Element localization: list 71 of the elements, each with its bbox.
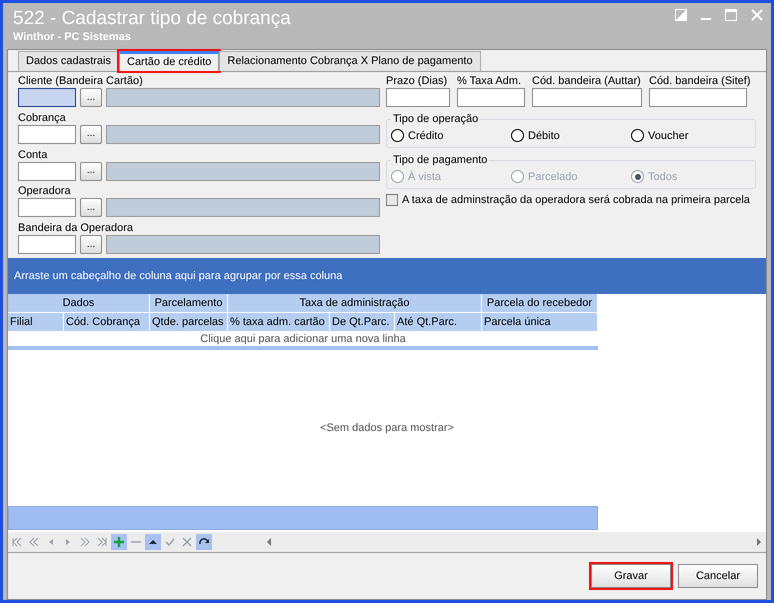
checkbox-label: A taxa de adminstração da operadora será cobrada na primeira parcela bbox=[402, 193, 750, 208]
field-label: Bandeira da Operadora bbox=[18, 221, 134, 236]
input-field[interactable] bbox=[649, 88, 747, 107]
nav-button[interactable] bbox=[196, 534, 212, 550]
code-field[interactable] bbox=[18, 198, 76, 218]
field-label: Prazo (Dias) bbox=[386, 74, 448, 88]
group-title: Tipo de pagamento bbox=[392, 153, 488, 168]
lookup-button[interactable]: ... bbox=[80, 235, 102, 254]
checkbox[interactable] bbox=[386, 194, 398, 206]
lookup-button[interactable]: ... bbox=[80, 198, 102, 218]
column-header[interactable]: Parcela única bbox=[482, 313, 598, 332]
tab[interactable]: Cartão de crédito bbox=[119, 51, 220, 71]
input-field[interactable] bbox=[457, 88, 525, 107]
input-field[interactable] bbox=[532, 88, 642, 107]
field-label: Cobrança bbox=[18, 110, 67, 125]
column-header[interactable]: Qtde. parcelas bbox=[150, 313, 228, 332]
column-header[interactable]: % taxa adm. cartão bbox=[228, 313, 330, 332]
window-subtitle: Winthor - PC Sistemas bbox=[13, 31, 132, 43]
close-icon[interactable] bbox=[751, 9, 763, 21]
code-field[interactable] bbox=[18, 235, 76, 254]
scroll-right-icon[interactable] bbox=[756, 538, 762, 546]
field-label: Operadora bbox=[18, 184, 72, 198]
double-left-icon bbox=[28, 536, 40, 548]
field-label: Cód. bandeira (Sitef) bbox=[649, 74, 750, 88]
code-field[interactable] bbox=[18, 162, 76, 181]
plus-icon bbox=[113, 536, 125, 548]
column-header[interactable]: De Qt.Parc. bbox=[330, 313, 395, 332]
first-icon bbox=[11, 536, 23, 548]
column-header[interactable]: Filial bbox=[8, 313, 64, 332]
lookup-button[interactable]: ... bbox=[80, 124, 102, 144]
maximize-icon[interactable] bbox=[725, 9, 737, 21]
empty-message: <Sem dados para mostrar> bbox=[320, 420, 454, 436]
field-label: Cód. bandeira (Auttar) bbox=[532, 74, 642, 88]
tab[interactable]: Dados cadastrais bbox=[18, 51, 119, 71]
field-label: Conta bbox=[18, 148, 48, 162]
close-icon bbox=[181, 536, 193, 548]
radio-button[interactable] bbox=[391, 129, 404, 142]
field-label: Cliente (Bandeira Cartão) bbox=[18, 74, 144, 88]
dialog-button[interactable]: Cancelar bbox=[678, 564, 758, 588]
lookup-button[interactable]: ... bbox=[80, 162, 102, 181]
radio-button[interactable] bbox=[511, 129, 524, 142]
new-row[interactable]: Clique aqui para adicionar uma nova linha bbox=[8, 332, 598, 350]
band-header: Parcelamento bbox=[150, 294, 228, 313]
scroll-left-icon[interactable] bbox=[266, 538, 272, 546]
group-title: Tipo de operação bbox=[392, 112, 480, 127]
window-title: 522 - Cadastrar tipo de cobrança bbox=[13, 7, 291, 31]
radio-label: À vista bbox=[408, 170, 442, 184]
radio-label: Crédito bbox=[408, 128, 444, 144]
nav-button[interactable] bbox=[145, 534, 161, 550]
radio-label: Todos bbox=[648, 170, 678, 184]
band-header: Taxa de administração bbox=[228, 294, 482, 313]
check-icon bbox=[164, 536, 176, 548]
band-header: Dados bbox=[8, 294, 150, 313]
radio-button[interactable] bbox=[631, 129, 644, 142]
column-header[interactable]: Cód. Cobrança bbox=[64, 313, 150, 332]
dialog-button[interactable]: Gravar bbox=[591, 564, 671, 588]
radio-label: Voucher bbox=[648, 128, 688, 144]
radio-label: Parcelado bbox=[528, 170, 578, 184]
last-icon bbox=[96, 536, 108, 548]
column-header[interactable]: Até Qt.Parc. bbox=[395, 313, 482, 332]
radio-label: Débito bbox=[528, 128, 560, 144]
tab[interactable]: Relacionamento Cobrança X Plano de pagamento bbox=[219, 51, 481, 71]
code-field[interactable] bbox=[18, 124, 76, 144]
group-panel: Arraste um cabeçalho de coluna aqui para agrupar por essa coluna bbox=[8, 258, 766, 294]
code-field[interactable] bbox=[18, 88, 76, 107]
lookup-button[interactable]: ... bbox=[80, 88, 102, 107]
input-field[interactable] bbox=[386, 88, 450, 107]
double-right-icon bbox=[79, 536, 91, 548]
band-header: Parcela do recebedor bbox=[482, 294, 598, 313]
field-label: % Taxa Adm. bbox=[457, 74, 522, 88]
restore-icon[interactable] bbox=[675, 9, 687, 21]
